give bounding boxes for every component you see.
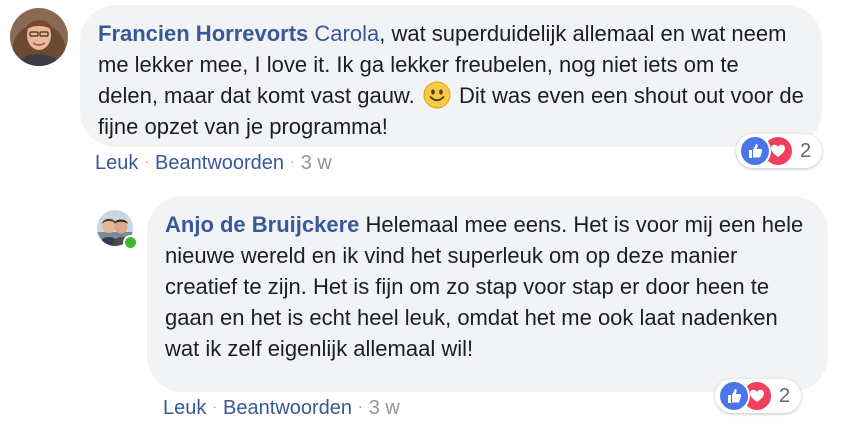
action-separator: · — [290, 153, 295, 169]
smiley-emoji-icon — [423, 81, 451, 109]
action-separator: · — [358, 398, 363, 414]
comment-mention[interactable]: Carola — [314, 21, 379, 46]
reply-timestamp[interactable]: 3 w — [369, 397, 400, 419]
reply-link[interactable]: Beantwoorden — [155, 152, 284, 174]
comment-author[interactable]: Francien Horrevorts — [98, 21, 308, 46]
reply-link[interactable]: Beantwoorden — [223, 397, 352, 419]
avatar-francien[interactable] — [10, 8, 68, 66]
comment-reactions[interactable]: 2 — [736, 134, 822, 168]
action-separator: · — [212, 398, 218, 414]
reply-bubble: Anjo de Bruijckere Helemaal mee eens. He… — [147, 196, 828, 392]
reply-reactions[interactable]: 2 — [715, 379, 801, 413]
online-status-indicator — [123, 235, 138, 250]
like-icon — [739, 135, 771, 167]
comment-actions: Leuk · Beantwoorden · 3 w — [95, 152, 332, 175]
reply-actions: Leuk · Beantwoorden · 3 w — [163, 397, 400, 420]
like-icon — [718, 380, 750, 412]
reply-author[interactable]: Anjo de Bruijckere — [165, 212, 359, 237]
like-link[interactable]: Leuk — [95, 152, 138, 174]
avatar-photo — [10, 8, 68, 66]
reaction-count: 2 — [779, 384, 791, 407]
comment-timestamp[interactable]: 3 w — [301, 152, 332, 174]
comment-bubble: Francien Horrevorts Carola, wat superdui… — [80, 5, 822, 147]
like-link[interactable]: Leuk — [163, 397, 206, 419]
comment-thread: Francien Horrevorts Carola, wat superdui… — [0, 0, 866, 432]
reaction-count: 2 — [800, 139, 812, 162]
action-separator: · — [144, 153, 150, 169]
